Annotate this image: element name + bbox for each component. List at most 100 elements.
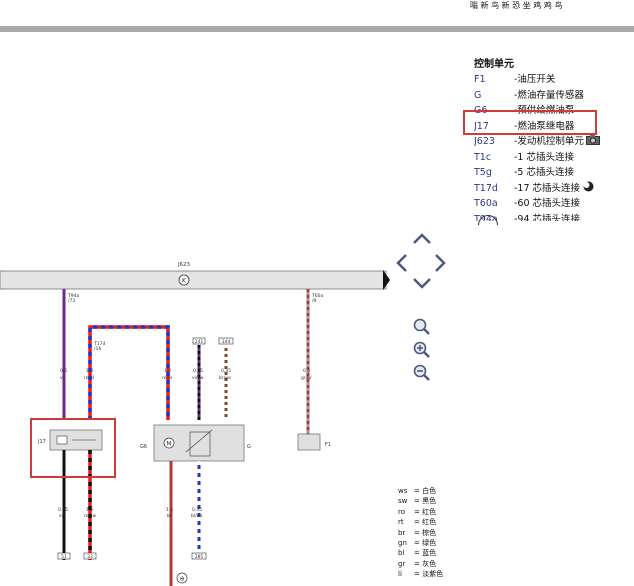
wire-color-label: vi/sw bbox=[192, 375, 204, 381]
ref-label: 344 bbox=[222, 339, 231, 345]
component-legend: 控制单元 F1 -油压开关 G -燃油存量传感器 G6 -预供给燃油泵 J17 -燃油泵… bbox=[474, 55, 634, 221]
colorkey-row: bl = 蓝色 bbox=[398, 549, 437, 558]
wire-size-label: 1.5 bbox=[166, 507, 173, 513]
zoom-in-button[interactable] bbox=[413, 341, 431, 359]
colorkey-row: sw = 黑色 bbox=[398, 497, 437, 506]
legend-desc: -94 芯插头连接 bbox=[514, 213, 581, 222]
zoom-fit-button[interactable] bbox=[413, 318, 431, 336]
wire-pin-label: T60a/9 bbox=[311, 293, 323, 304]
legend-code: T17d bbox=[474, 182, 498, 194]
legend-desc: -燃油存量传感器 bbox=[514, 89, 584, 101]
g6-label: G6 bbox=[140, 444, 147, 450]
colorkey-row: br = 棕色 bbox=[398, 528, 437, 537]
wire-size-label: 0.35 bbox=[192, 507, 202, 513]
colorkey-abbr: ro bbox=[398, 507, 406, 516]
legend-highlight-box bbox=[463, 110, 597, 135]
wire-pin-label: T17d/16 bbox=[93, 341, 105, 352]
pan-down-button[interactable] bbox=[412, 277, 432, 291]
colorkey-abbr: br bbox=[398, 528, 406, 537]
colorkey-name: 红色 bbox=[422, 518, 437, 527]
wire-color-label: vi bbox=[60, 375, 64, 381]
wire-ro-bl-loop-stripe bbox=[88, 325, 170, 420]
zoom-fit-icon bbox=[413, 318, 430, 335]
pan-up-button[interactable] bbox=[412, 231, 432, 245]
wire-color-label: ro/bl bbox=[84, 375, 94, 381]
bus-label: J623 bbox=[177, 262, 191, 268]
control-unit-bus bbox=[0, 270, 387, 290]
zoom-in-icon bbox=[413, 341, 430, 358]
wire-size-label: 1.0 bbox=[164, 368, 171, 374]
motor-icon-label: M bbox=[166, 441, 171, 448]
legend-row: T5g -5 芯插头连接 bbox=[474, 165, 634, 181]
legend-code: F1 bbox=[474, 74, 486, 85]
legend-row: T17d -17 芯插头连接 bbox=[474, 181, 634, 197]
colorkey-abbr: sw bbox=[398, 497, 408, 506]
wire-color-label: ro/bl bbox=[162, 375, 172, 381]
zoom-out-button[interactable] bbox=[413, 364, 431, 382]
colorkey-name: 蓝色 bbox=[422, 549, 437, 558]
wire-color-label: br/ws bbox=[219, 375, 232, 381]
legend-desc: -1 芯插头连接 bbox=[514, 151, 574, 163]
wire-color-label: sw bbox=[59, 514, 65, 519]
pan-right-button[interactable] bbox=[434, 253, 448, 273]
legend-desc: -油压开关 bbox=[514, 74, 556, 85]
arrow-down-icon bbox=[413, 278, 431, 289]
legend-desc: -17 芯插头连接 bbox=[514, 182, 581, 194]
colorkey-row: rt = 红色 bbox=[398, 518, 437, 527]
legend-row: T1c -1 芯插头连接 bbox=[474, 150, 634, 166]
legend-row: T94a -94 芯插头连接 bbox=[474, 212, 634, 222]
colorkey-row: li = 淡紫色 bbox=[398, 570, 444, 579]
colorkey-name: 红色 bbox=[422, 507, 437, 516]
colorkey-row: ro = 红色 bbox=[398, 507, 437, 516]
legend-code: J623 bbox=[474, 136, 495, 147]
legend-code: T1c bbox=[474, 151, 492, 163]
wire-color-label: br bbox=[167, 513, 172, 519]
legend-code: G bbox=[474, 89, 482, 101]
ref-label: 285 bbox=[195, 554, 204, 560]
wire-color-label: bl/ws bbox=[191, 513, 203, 519]
camera-icon[interactable] bbox=[585, 134, 600, 150]
colorkey-abbr: li bbox=[398, 570, 402, 579]
wire-size-label: 0.35 bbox=[193, 368, 203, 374]
colorkey-abbr: gn bbox=[398, 539, 407, 548]
ref-label: 33 bbox=[87, 554, 93, 560]
legend-row: G -燃油存量传感器 bbox=[474, 88, 634, 104]
wire-ro-bl-loop bbox=[88, 325, 170, 420]
legend-row: J623 -发动机控制单元 bbox=[474, 134, 634, 150]
zoom-out-icon bbox=[413, 364, 430, 381]
legend-code: T60a bbox=[474, 198, 498, 209]
colorkey-abbr: gr bbox=[398, 559, 406, 568]
legend-row: F1 -油压开关 bbox=[474, 72, 634, 88]
bus-end-arrow bbox=[383, 270, 390, 290]
top-divider-bar bbox=[0, 26, 634, 32]
wire-color-label: gr/br bbox=[301, 375, 312, 381]
wire-color-label: ro/sw bbox=[84, 513, 96, 519]
wire-size-label: 1.0 bbox=[86, 368, 93, 374]
legend-title: 控制单元 bbox=[474, 59, 514, 70]
moon-icon[interactable] bbox=[583, 181, 594, 197]
arrow-up-icon bbox=[413, 233, 431, 244]
colorkey-abbr: ws bbox=[398, 487, 408, 495]
legend-row: T60a -60 芯插头连接 bbox=[474, 196, 634, 212]
legend-desc: -60 芯插头连接 bbox=[514, 198, 581, 209]
wire-size-label: 1.5 bbox=[86, 507, 93, 513]
legend-desc: -5 芯插头连接 bbox=[514, 167, 574, 178]
wire-color-key: ws = 白色 sw = 黑色 ro = 红色 rt = 红色 br = 棕色 gn = 绿… bbox=[398, 486, 443, 580]
f1-label: F1 bbox=[325, 442, 331, 448]
ref-label: 241 bbox=[195, 339, 204, 345]
arrow-left-icon bbox=[396, 254, 407, 272]
wire-pin-label: T94a/73 bbox=[67, 293, 79, 304]
j17-highlight-box bbox=[30, 418, 116, 478]
colorkey-row: ws = 白色 bbox=[398, 487, 437, 495]
ref-label: 51 bbox=[61, 554, 67, 560]
legend-desc: -发动机控制单元 bbox=[514, 136, 584, 147]
wire-size-label: 0.35 bbox=[221, 368, 231, 374]
wire-size-label: 0.75 bbox=[58, 507, 68, 513]
arrow-right-icon bbox=[435, 254, 446, 272]
legend-code: T5g bbox=[474, 167, 492, 178]
pan-left-button[interactable] bbox=[394, 253, 408, 273]
f1-oil-pressure-switch[interactable] bbox=[297, 433, 321, 451]
colorkey-abbr: bl bbox=[398, 549, 405, 558]
colorkey-name: 绿色 bbox=[422, 539, 437, 548]
colorkey-row: gn = 绿色 bbox=[398, 539, 437, 548]
